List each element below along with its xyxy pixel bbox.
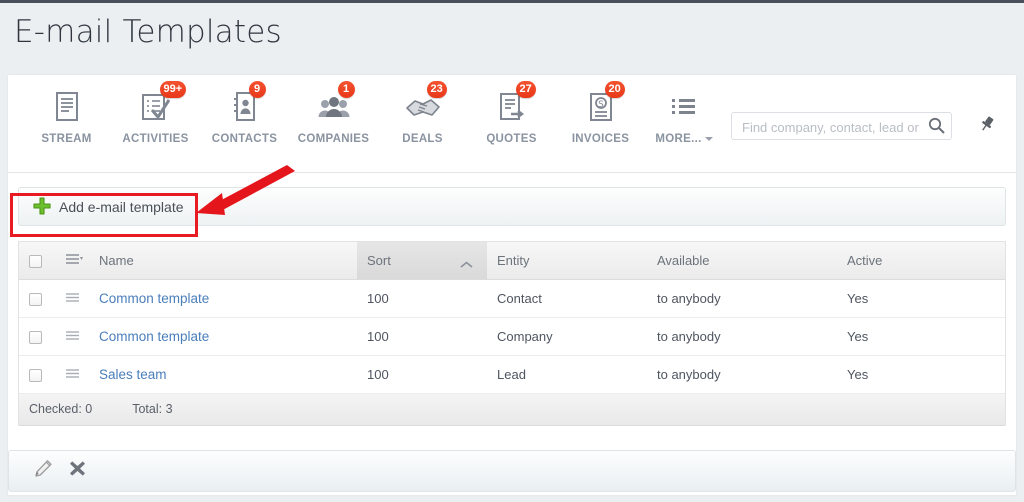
nav-label: COMPANIES	[297, 133, 370, 145]
pencil-icon[interactable]	[34, 459, 53, 483]
select-all-checkbox[interactable]	[29, 254, 42, 268]
bottom-action-toolbar	[8, 450, 1016, 492]
nav-item-deals[interactable]: 23 DEALS	[378, 81, 467, 145]
invoice-doc-icon: S 20	[556, 81, 645, 127]
handshake-icon: 23	[378, 81, 467, 127]
row-entity-cell: Lead	[487, 355, 647, 394]
row-sort-cell: 100	[357, 355, 487, 394]
row-checkbox-cell[interactable]	[19, 317, 55, 356]
pin-icon[interactable]	[978, 115, 996, 138]
nav-item-quotes[interactable]: 27 QUOTES	[467, 81, 556, 145]
nav-label: QUOTES	[486, 133, 537, 145]
nav-badge: 23	[426, 81, 447, 98]
contact-card-icon: 9	[200, 81, 289, 127]
row-name-cell[interactable]: Sales team	[89, 355, 357, 394]
row-entity-cell: Contact	[487, 279, 647, 318]
table-row[interactable]: Sales team 100 Lead to anybody Yes	[19, 355, 1005, 394]
chevron-up-icon	[460, 257, 473, 272]
global-search[interactable]	[731, 112, 952, 141]
nav-item-contacts[interactable]: 9 CONTACTS	[200, 81, 289, 145]
nav-badge: 99+	[159, 81, 187, 98]
nav-item-companies[interactable]: 1 COMPANIES	[289, 81, 378, 145]
plus-icon	[33, 196, 51, 218]
nav-badge: 9	[248, 81, 266, 98]
row-checkbox[interactable]	[29, 368, 42, 382]
header-sort[interactable]: Sort	[357, 242, 487, 280]
header-select-all[interactable]	[19, 242, 55, 280]
nav-label: DEALS	[402, 133, 443, 145]
nav-label: CONTACTS	[211, 133, 278, 145]
row-checkbox[interactable]	[29, 292, 42, 306]
table-row[interactable]: Common template 100 Company to anybody Y…	[19, 317, 1005, 356]
nav-item-invoices[interactable]: S 20 INVOICES	[556, 81, 645, 145]
header-active[interactable]: Active	[837, 242, 1005, 280]
search-input[interactable]	[740, 113, 926, 141]
row-menu-cell[interactable]	[55, 279, 89, 318]
row-checkbox-cell[interactable]	[19, 355, 55, 394]
table-footer: Checked: 0 Total: 3	[19, 393, 1005, 426]
chevron-down-icon	[704, 136, 713, 141]
nav-label: STREAM	[41, 133, 92, 145]
hamburger-menu-icon	[66, 254, 83, 264]
nav-badge: 1	[337, 81, 355, 98]
row-menu-icon[interactable]	[65, 329, 79, 344]
page-title: E-mail Templates	[14, 14, 282, 50]
document-lines-icon	[22, 87, 111, 127]
row-active-cell: Yes	[837, 279, 1005, 318]
row-menu-icon[interactable]	[65, 367, 79, 382]
row-menu-icon[interactable]	[65, 291, 79, 306]
templates-table: Name Sort Entity Available Active Common…	[18, 241, 1006, 426]
row-active-cell: Yes	[837, 355, 1005, 394]
nav-label: MORE...	[645, 133, 723, 145]
checklist-icon: 99+	[111, 81, 200, 127]
row-menu-cell[interactable]	[55, 355, 89, 394]
checked-count: Checked: 0	[29, 402, 93, 416]
nav-item-activities[interactable]: 99+ ACTIVITIES	[111, 81, 200, 145]
row-available-cell: to anybody	[647, 279, 837, 318]
nav-label: ACTIVITIES	[122, 133, 189, 145]
top-accent-strip	[0, 0, 1024, 3]
template-name-link[interactable]: Common template	[99, 291, 209, 306]
header-sort-label: Sort	[367, 252, 391, 268]
add-email-template-button[interactable]: Add e-mail template	[27, 192, 194, 222]
main-navigation-bar: STREAM 99+ ACTIVITIES 9 CONTACTS 1 COMPA…	[8, 75, 1016, 173]
nav-item-stream[interactable]: STREAM	[22, 87, 111, 145]
table-body: Common template 100 Contact to anybody Y…	[19, 279, 1005, 394]
template-name-link[interactable]: Sales team	[99, 367, 167, 382]
nav-label: INVOICES	[571, 133, 630, 145]
nav-items-list: STREAM 99+ ACTIVITIES 9 CONTACTS 1 COMPA…	[22, 81, 723, 145]
search-icon[interactable]	[928, 117, 945, 139]
row-available-cell: to anybody	[647, 317, 837, 356]
header-entity[interactable]: Entity	[487, 242, 647, 280]
header-available[interactable]: Available	[647, 242, 837, 280]
quote-doc-icon: 27	[467, 81, 556, 127]
svg-text:S: S	[598, 100, 604, 110]
nav-item-more[interactable]: MORE...	[645, 87, 723, 145]
nav-badge: 20	[604, 81, 625, 98]
row-checkbox-cell[interactable]	[19, 279, 55, 318]
template-name-link[interactable]: Common template	[99, 329, 209, 344]
row-active-cell: Yes	[837, 317, 1005, 356]
header-row-actions[interactable]	[55, 242, 89, 280]
row-name-cell[interactable]: Common template	[89, 317, 357, 356]
list-bullets-icon	[645, 87, 723, 127]
content-panel: STREAM 99+ ACTIVITIES 9 CONTACTS 1 COMPA…	[8, 75, 1016, 495]
row-sort-cell: 100	[357, 317, 487, 356]
add-email-template-label: Add e-mail template	[59, 199, 184, 215]
row-checkbox[interactable]	[29, 330, 42, 344]
action-toolbar: Add e-mail template	[18, 187, 1006, 226]
header-name[interactable]: Name	[89, 242, 357, 280]
table-row[interactable]: Common template 100 Contact to anybody Y…	[19, 279, 1005, 318]
people-group-icon: 1	[289, 81, 378, 127]
nav-badge: 27	[515, 81, 536, 98]
total-count: Total: 3	[132, 402, 173, 416]
row-available-cell: to anybody	[647, 355, 837, 394]
row-menu-cell[interactable]	[55, 317, 89, 356]
more-text: MORE...	[655, 133, 702, 145]
x-cross-icon[interactable]	[69, 460, 86, 482]
table-header-row: Name Sort Entity Available Active	[19, 242, 1005, 280]
row-entity-cell: Company	[487, 317, 647, 356]
row-sort-cell: 100	[357, 279, 487, 318]
row-name-cell[interactable]: Common template	[89, 279, 357, 318]
